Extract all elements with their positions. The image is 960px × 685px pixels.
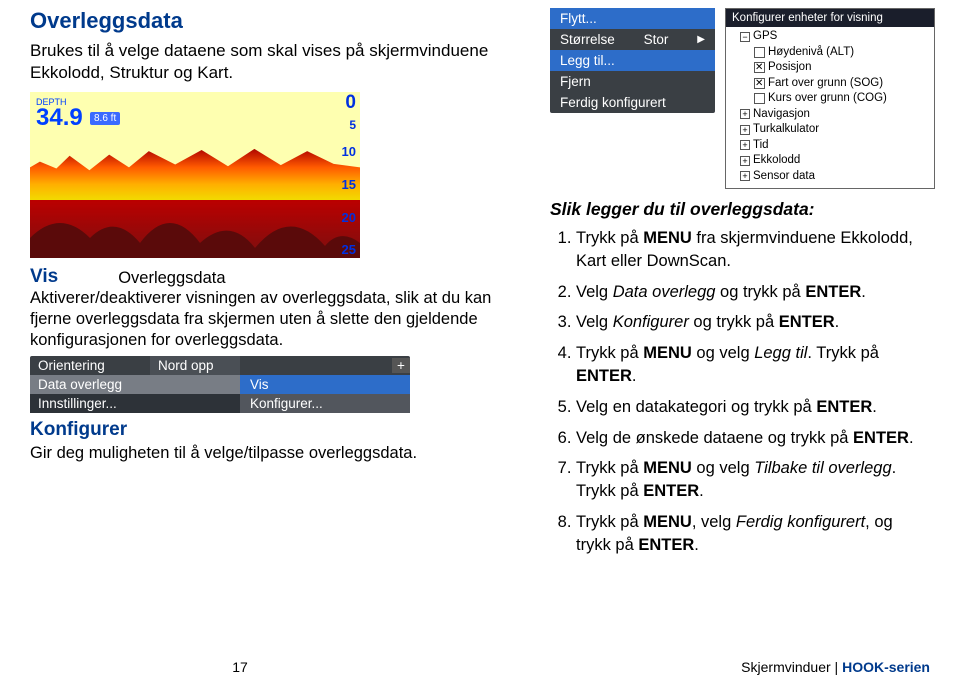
tree-node[interactable]: Kurs over grunn (COG) <box>754 91 930 107</box>
overlegg-submenu: Vis Konfigurer... <box>240 375 410 413</box>
step-item: Trykk på MENU og velg Tilbake til overle… <box>576 457 930 503</box>
scale-5: 5 <box>349 118 356 132</box>
config-tree-window: Konfigurer enheter for visning −GPSHøyde… <box>725 8 935 189</box>
expand-icon[interactable]: + <box>740 109 750 119</box>
expand-icon[interactable]: + <box>740 125 750 135</box>
scale-10: 10 <box>342 144 356 159</box>
step-item: Trykk på MENU, velg Ferdig konfigurert, … <box>576 511 930 557</box>
konfig-body: Gir deg muligheten til å velge/tilpasse … <box>30 443 520 464</box>
page-footer: 17 Skjermvinduer | HOOK-serien <box>0 659 960 675</box>
expand-icon[interactable]: + <box>740 156 750 166</box>
checkbox[interactable] <box>754 78 765 89</box>
submenu-konfigurer[interactable]: Konfigurer... <box>240 394 410 413</box>
tree-node-label: Fart over grunn (SOG) <box>768 76 883 92</box>
flytt-menu: Flytt...StørrelseStor▶Legg til...FjernFe… <box>550 8 715 113</box>
step-item: Trykk på MENU og velg Legg til. Trykk på… <box>576 342 930 388</box>
tree-node-label: Turkalkulator <box>753 122 819 138</box>
steps-title: Slik legger du til overleggsdata: <box>550 197 930 221</box>
step-item: Velg de ønskede dataene og trykk på ENTE… <box>576 427 930 450</box>
orient-expand-icon[interactable]: + <box>392 358 410 373</box>
flytt-menu-item[interactable]: Flytt... <box>550 8 715 29</box>
intro-text: Brukes til å velge dataene som skal vise… <box>30 40 520 84</box>
collapse-icon[interactable]: − <box>740 32 750 42</box>
flytt-menu-item[interactable]: Ferdig konfigurert <box>550 92 715 113</box>
breadcrumb: Skjermvinduer | HOOK-serien <box>741 659 930 675</box>
checkbox[interactable] <box>754 47 765 58</box>
tree-node-label: GPS <box>753 29 777 45</box>
tree-node[interactable]: −GPS <box>740 29 930 45</box>
vis-heading: Vis <box>30 266 58 288</box>
tree-node-label: Navigasjon <box>753 107 810 123</box>
tree-node[interactable]: Posisjon <box>754 60 930 76</box>
page-number: 17 <box>0 659 480 675</box>
submenu-vis[interactable]: Vis <box>240 375 410 394</box>
scale-25: 25 <box>342 242 356 257</box>
expand-icon[interactable]: + <box>740 140 750 150</box>
orientering-menu: Orientering Nord opp + Data overlegg Inn… <box>30 356 410 413</box>
tree-node-label: Kurs over grunn (COG) <box>768 91 887 107</box>
tree-node[interactable]: +Tid <box>740 138 930 154</box>
chevron-right-icon: ▶ <box>697 34 705 45</box>
flytt-menu-item[interactable]: Legg til... <box>550 50 715 71</box>
tree-node-label: Høydenivå (ALT) <box>768 45 854 61</box>
tree-title: Konfigurer enheter for visning <box>726 9 934 27</box>
data-overlegg-item[interactable]: Data overlegg <box>30 375 240 394</box>
orient-value[interactable]: Nord opp <box>150 356 240 375</box>
tree-node[interactable]: +Ekkolodd <box>740 153 930 169</box>
sonar-screenshot: DEPTH 34.9 8.6 ft 0 5 10 15 20 25 <box>30 92 360 258</box>
tree-node[interactable]: Høydenivå (ALT) <box>754 45 930 61</box>
flytt-menu-item[interactable]: StørrelseStor▶ <box>550 29 715 50</box>
crumb-section: Skjermvinduer <box>741 659 830 675</box>
depth-value: 34.9 <box>36 104 83 132</box>
tree-node[interactable]: +Turkalkulator <box>740 122 930 138</box>
scale-0: 0 <box>345 92 356 114</box>
step-item: Trykk på MENU fra skjermvinduene Ekkolod… <box>576 227 930 273</box>
tree-node[interactable]: Fart over grunn (SOG) <box>754 76 930 92</box>
steps-list: Trykk på MENU fra skjermvinduene Ekkolod… <box>550 227 930 556</box>
depth-badge: 8.6 ft <box>90 112 120 125</box>
vis-sublabel: Overleggsdata <box>118 269 225 288</box>
vis-body: Aktiverer/deaktiverer visningen av overl… <box>30 288 520 351</box>
scale-15: 15 <box>342 177 356 192</box>
checkbox[interactable] <box>754 62 765 73</box>
tree-node-label: Ekkolodd <box>753 153 800 169</box>
tree-node-label: Tid <box>753 138 769 154</box>
crumb-series: HOOK-serien <box>842 659 930 675</box>
expand-icon[interactable]: + <box>740 171 750 181</box>
step-item: Velg Konfigurer og trykk på ENTER. <box>576 311 930 334</box>
scale-20: 20 <box>342 210 356 225</box>
checkbox[interactable] <box>754 93 765 104</box>
tree-node[interactable]: +Navigasjon <box>740 107 930 123</box>
konfig-heading: Konfigurer <box>30 419 520 441</box>
tree-node-label: Posisjon <box>768 60 811 76</box>
flytt-menu-item[interactable]: Fjern <box>550 71 715 92</box>
tree-node[interactable]: +Sensor data <box>740 169 930 185</box>
step-item: Velg Data overlegg og trykk på ENTER. <box>576 281 930 304</box>
page-title: Overleggsdata <box>30 8 520 34</box>
tree-node-label: Sensor data <box>753 169 815 185</box>
orient-label[interactable]: Orientering <box>30 356 150 375</box>
step-item: Velg en datakategori og trykk på ENTER. <box>576 396 930 419</box>
innstillinger-item[interactable]: Innstillinger... <box>30 394 240 413</box>
